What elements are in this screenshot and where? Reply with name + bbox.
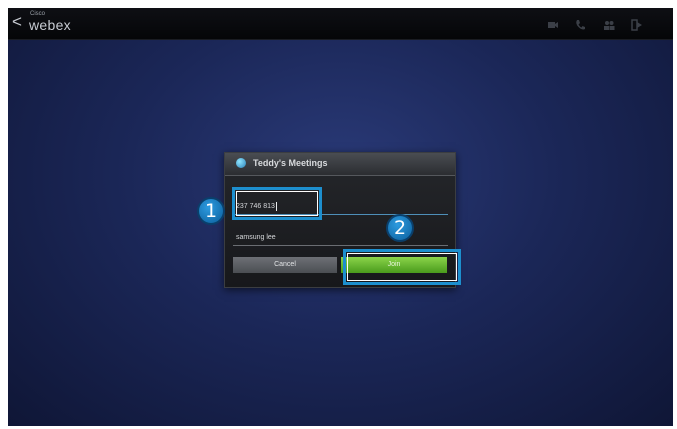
participants-icon[interactable] [603, 18, 615, 30]
dialog-title: Teddy's Meetings [253, 158, 328, 168]
name-value: samsung lee [236, 234, 276, 241]
join-button-highlight [343, 249, 461, 285]
video-icon[interactable] [547, 18, 559, 30]
phone-icon[interactable] [574, 18, 586, 30]
name-input[interactable]: samsung lee [233, 230, 448, 246]
step-2-badge: 2 [386, 214, 414, 242]
meeting-icon [236, 158, 246, 168]
step-1-badge: 1 [197, 197, 225, 225]
meeting-number-highlight [232, 187, 322, 220]
dialog-title-bar: Teddy's Meetings [225, 153, 455, 176]
exit-icon[interactable] [631, 18, 643, 31]
back-arrow-icon[interactable]: < [12, 12, 22, 32]
cancel-button[interactable]: Cancel [233, 257, 337, 273]
top-bar: < Cisco webex [8, 8, 673, 40]
brand-logo: webex [29, 17, 71, 33]
